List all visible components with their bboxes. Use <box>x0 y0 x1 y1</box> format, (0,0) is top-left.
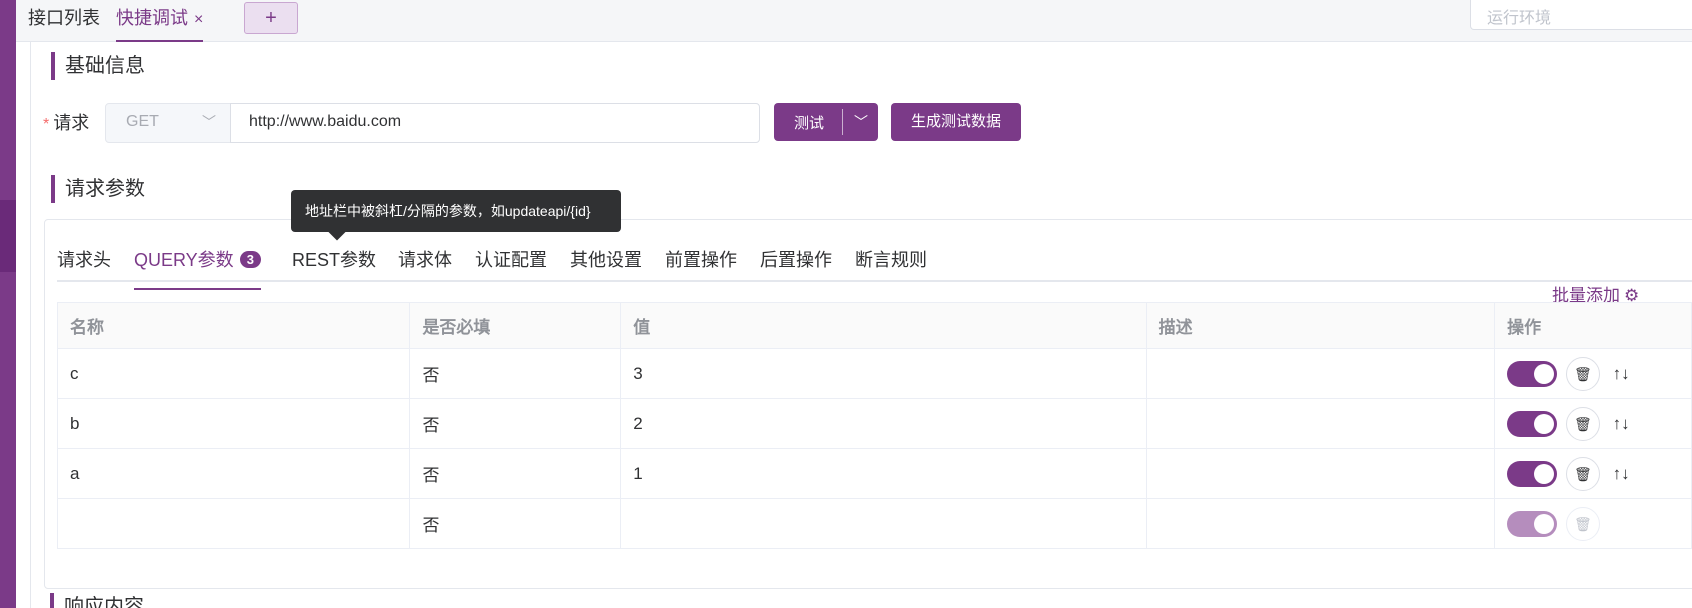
move-arrows-icon[interactable]: ↑↓ <box>1613 364 1630 384</box>
toggle-knob <box>1534 413 1555 434</box>
tab-label: 快捷调试 <box>116 8 188 28</box>
chevron-down-icon[interactable]: ﹀ <box>854 112 868 132</box>
table-row: 否 🗑 <box>56 498 1692 549</box>
sidebar-active-marker <box>0 200 16 272</box>
column-header-required: 是否必填 <box>409 302 622 349</box>
chevron-down-icon: ﹀ <box>202 114 216 130</box>
button-divider <box>842 109 843 135</box>
tab-pre-actions[interactable]: 前置操作 <box>665 246 737 282</box>
param-value-cell[interactable] <box>620 498 1147 549</box>
section-title-basic: 基础信息 <box>51 52 145 80</box>
trash-icon[interactable]: 🗑 <box>1565 456 1600 491</box>
close-icon[interactable]: × <box>194 11 203 28</box>
param-value-cell[interactable]: 2 <box>620 398 1147 449</box>
param-actions-cell: 🗑 <box>1494 498 1692 549</box>
enable-toggle[interactable] <box>1507 460 1558 487</box>
section-title-params: 请求参数 <box>51 175 145 203</box>
param-actions-cell: 🗑 ↑↓ <box>1494 398 1692 449</box>
request-label: * 请求 <box>43 109 89 135</box>
tab-label: QUERY参数 <box>134 250 234 270</box>
url-input[interactable]: http://www.baidu.com <box>230 103 760 143</box>
column-header-actions: 操作 <box>1494 302 1692 349</box>
params-tabs: 请求头 QUERY参数 3 REST参数 请求体 认证配置 其他设置 前置操作 后… <box>57 238 1692 290</box>
param-name-cell[interactable]: b <box>56 398 411 449</box>
column-header-value: 值 <box>620 302 1147 349</box>
tab-other-settings[interactable]: 其他设置 <box>570 246 642 282</box>
tab-headers[interactable]: 请求头 <box>57 246 111 282</box>
method-select[interactable]: GET ﹀ <box>105 103 231 143</box>
param-required-cell[interactable]: 否 <box>409 348 622 399</box>
table-row: c 否 3 🗑 ↑↓ <box>56 348 1692 399</box>
generate-test-data-button[interactable]: 生成测试数据 <box>891 103 1021 141</box>
toggle-knob <box>1534 363 1555 384</box>
param-name-cell[interactable]: c <box>56 348 411 399</box>
request-label-text: 请求 <box>53 113 90 133</box>
test-button[interactable]: 测试 ﹀ <box>774 103 878 141</box>
table-row: b 否 2 🗑 ↑↓ <box>56 398 1692 449</box>
tab-post-actions[interactable]: 后置操作 <box>760 246 832 282</box>
param-desc-cell[interactable] <box>1145 498 1496 549</box>
test-button-label: 测试 <box>794 115 825 132</box>
param-actions-cell: 🗑 ↑↓ <box>1494 448 1692 499</box>
tab-interface-list[interactable]: 接口列表 <box>28 0 100 42</box>
tab-label: 接口列表 <box>28 8 100 28</box>
tab-assertions[interactable]: 断言规则 <box>855 246 927 282</box>
table-row: a 否 1 🗑 ↑↓ <box>56 448 1692 499</box>
environment-select[interactable]: 运行环境 <box>1470 0 1692 30</box>
tooltip: 地址栏中被斜杠/分隔的参数，如updateapi/{id} <box>291 190 621 232</box>
top-tab-bar: 接口列表 快捷调试 × + 运行环境 <box>16 0 1692 42</box>
tab-quick-debug[interactable]: 快捷调试 × <box>116 0 204 42</box>
enable-toggle[interactable] <box>1507 410 1558 437</box>
param-desc-cell[interactable] <box>1145 398 1496 449</box>
move-arrows-icon[interactable]: ↑↓ <box>1613 464 1630 484</box>
param-actions-cell: 🗑 ↑↓ <box>1494 348 1692 399</box>
section-title-response: 响应内容 <box>50 593 144 608</box>
move-arrows-icon[interactable]: ↑↓ <box>1613 414 1630 434</box>
param-required-cell[interactable]: 否 <box>409 498 622 549</box>
add-tab-button[interactable]: + <box>244 2 298 34</box>
column-header-description: 描述 <box>1145 302 1496 349</box>
required-star: * <box>43 116 50 133</box>
trash-icon[interactable]: 🗑 <box>1565 406 1600 441</box>
enable-toggle <box>1507 510 1558 537</box>
tab-query-params[interactable]: QUERY参数 3 <box>134 246 261 290</box>
count-badge: 3 <box>239 251 261 268</box>
param-value-cell[interactable]: 1 <box>620 448 1147 499</box>
method-value: GET <box>126 113 159 130</box>
param-name-cell[interactable]: a <box>56 448 411 499</box>
param-desc-cell[interactable] <box>1145 448 1496 499</box>
tab-rest-params[interactable]: REST参数 <box>292 246 376 282</box>
tab-body[interactable]: 请求体 <box>398 246 452 282</box>
param-required-cell[interactable]: 否 <box>409 448 622 499</box>
tab-auth[interactable]: 认证配置 <box>475 246 547 282</box>
column-header-name: 名称 <box>56 302 411 349</box>
trash-icon[interactable]: 🗑 <box>1565 356 1600 391</box>
left-sidebar-strip <box>0 0 16 608</box>
param-required-cell[interactable]: 否 <box>409 398 622 449</box>
trash-icon: 🗑 <box>1565 506 1600 541</box>
param-value-cell[interactable]: 3 <box>620 348 1147 399</box>
table-header-row: 名称 是否必填 值 描述 操作 <box>56 302 1692 349</box>
enable-toggle[interactable] <box>1507 360 1558 387</box>
params-table: 名称 是否必填 值 描述 操作 c 否 3 🗑 ↑↓ b 否 2 🗑 ↑↓ a … <box>56 302 1692 549</box>
toggle-knob <box>1534 463 1555 484</box>
param-name-cell[interactable] <box>56 498 411 549</box>
param-desc-cell[interactable] <box>1145 348 1496 399</box>
toggle-knob <box>1534 513 1555 534</box>
